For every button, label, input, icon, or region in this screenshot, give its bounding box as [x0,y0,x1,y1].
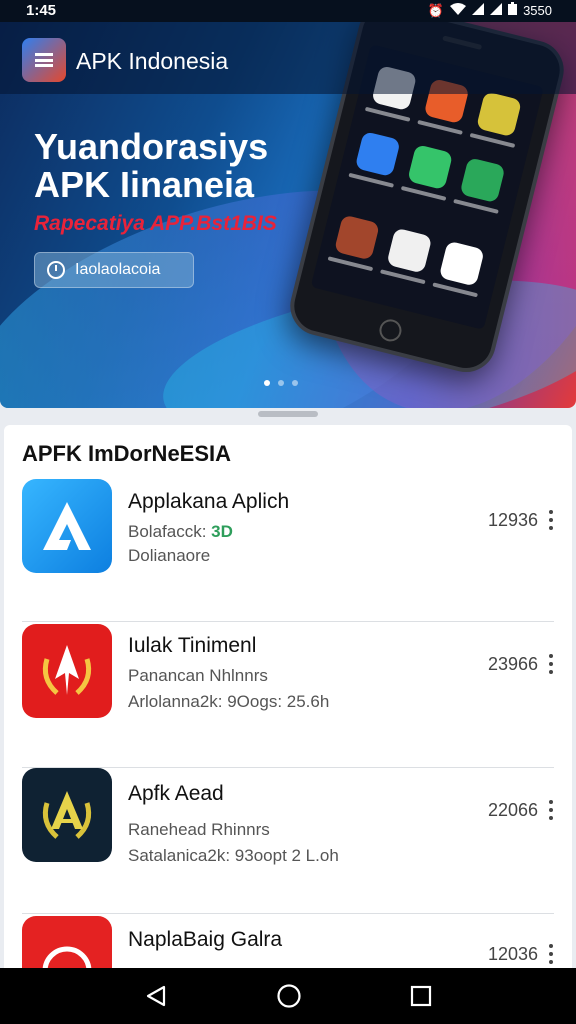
app-detail: Dolianaore [128,546,211,565]
app-count: 12036 [487,944,538,964]
app-icon [354,131,401,178]
list-item[interactable]: Iulak Tinimenl Panancan Nhlnnrs Arlolann… [4,622,572,768]
app-name: Iulak Tinimenl [128,634,257,657]
app-count: 22066 [487,800,538,820]
sheet-grabber[interactable] [258,411,318,417]
more-vert-icon[interactable] [548,800,554,820]
app-count: 23966 [487,654,538,674]
signal-icon [472,2,485,19]
hamburger-icon [35,53,53,67]
app-count: 12936 [487,510,538,530]
app-icon [475,91,523,138]
hero-title-line: Yuandorasiys [34,126,269,167]
clock-icon [47,261,65,279]
carousel-dot[interactable] [264,380,270,386]
list-item[interactable]: Apfk Aead Ranehead Rhinnrs Satalanica2k:… [4,768,572,914]
alarm-icon: ⏰ [427,2,445,18]
signal-icon [490,2,503,19]
app-list-card: APFK ImDorNeESIA Applakana Aplich Bolafa… [4,425,572,985]
red-emblem-app-icon [22,624,112,718]
status-time: 1:45 [26,2,57,19]
blue-a-app-icon [22,479,112,573]
app-name: Applakana Aplich [128,490,290,513]
app-icon [459,157,506,204]
app-icon [438,240,485,287]
more-vert-icon[interactable] [548,944,554,964]
app-header: APK Indonesia [0,22,576,94]
carousel-dot[interactable] [292,380,298,386]
app-detail: Bolafacck: 3D [128,522,233,542]
app-detail: Ranehead Rhinnrs [128,820,270,839]
app-name: NaplaBaig Galra [128,928,283,951]
battery-text: 3550 [523,2,552,18]
battery-icon [508,2,518,19]
list-title: APFK ImDorNeESIA [22,441,232,466]
app-detail-text: Bolafacck: [128,522,207,541]
back-icon[interactable] [144,984,168,1008]
home-icon[interactable] [276,983,302,1009]
app-icon [333,214,380,261]
more-vert-icon[interactable] [548,510,554,530]
carousel-dot[interactable] [278,380,284,386]
carousel-dots [264,380,298,386]
app-name: Apfk Aead [128,782,224,805]
more-vert-icon[interactable] [548,654,554,674]
chrome-app-icon [386,227,433,274]
hero-title: Yuandorasiys APK Iinaneia [34,128,268,204]
app-detail: Panancan Nhlnnrs [128,666,268,685]
hero-button[interactable]: Iaolaolacoia [34,252,194,288]
app-detail: Satalanica2k: 93oopt 2 L.oh [128,846,339,865]
app-detail: Arlolanna2k: 9Oogs: 25.6h [128,692,330,711]
system-nav-bar [0,968,576,1024]
menu-button[interactable] [22,38,66,82]
wifi-icon [450,2,467,19]
app-badge: 3D [211,522,233,541]
hero-button-label: Iaolaolacoia [75,261,161,278]
hero-subtitle: Rapecatiya APP.Bst1BIS [34,212,277,235]
app-title: APK Indonesia [76,48,229,74]
recents-icon[interactable] [410,985,432,1007]
status-bar: 1:45 ⏰ 3550 [0,0,576,22]
hero-title-line: APK Iinaneia [34,164,255,205]
status-icons: ⏰ 3550 [428,2,552,19]
app-icon [407,144,454,191]
gold-emblem-app-icon [22,768,112,862]
phone-home-button [377,317,404,344]
list-item[interactable]: Applakana Aplich Bolafacck: 3D Dolianaor… [4,476,572,622]
